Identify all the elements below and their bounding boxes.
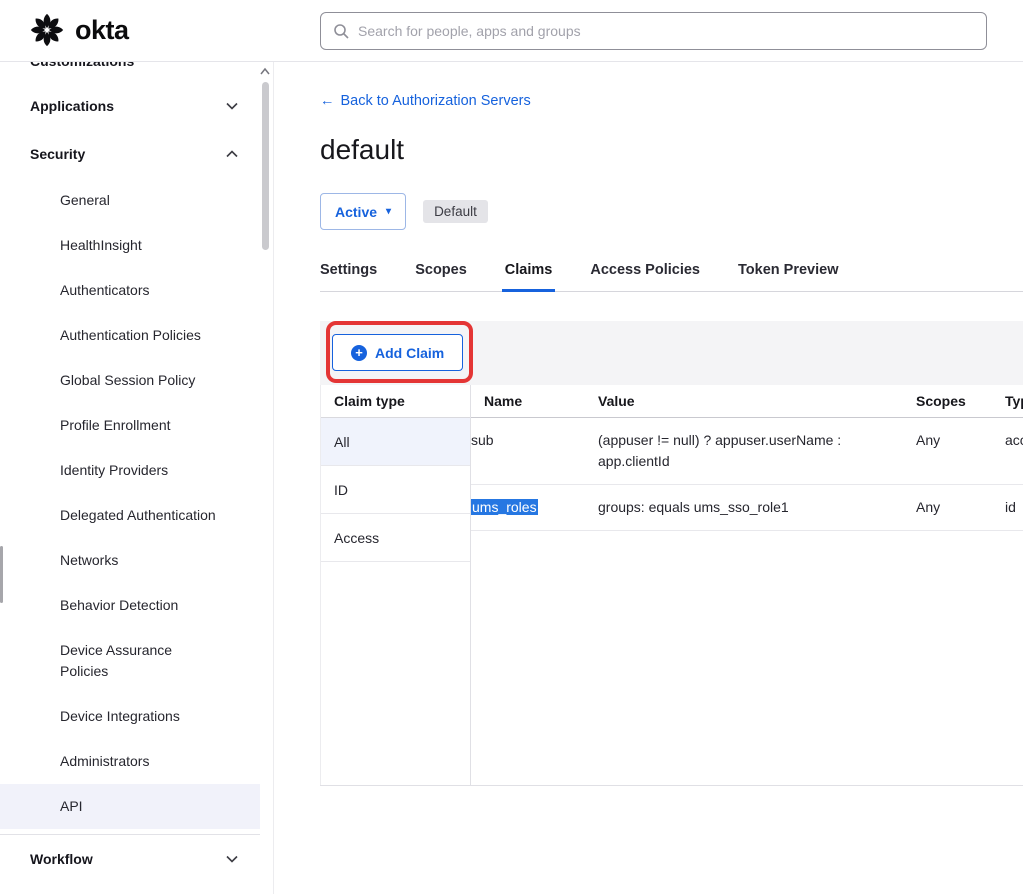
claim-value: groups: equals ums_sso_role1 — [598, 485, 916, 530]
claim-type-option-id[interactable]: ID — [321, 466, 470, 514]
chevron-down-icon — [226, 102, 238, 110]
claims-panel: Claim type All ID Access Name Value Scop… — [320, 385, 1023, 786]
brand-wordmark: okta — [75, 15, 129, 46]
sidebar-item-customizations-clipped[interactable]: Customizations — [0, 62, 273, 74]
plus-icon: + — [351, 345, 367, 361]
sidebar-item-behavior-detection[interactable]: Behavior Detection — [0, 583, 260, 628]
okta-logo-icon — [28, 11, 66, 49]
highlighted-selection: ums_roles — [471, 499, 538, 515]
column-header-name: Name — [471, 393, 598, 409]
tab-scopes[interactable]: Scopes — [415, 262, 467, 291]
claims-toolbar: + Add Claim — [320, 321, 1023, 385]
add-claim-button[interactable]: + Add Claim — [332, 334, 463, 371]
claim-type-option-all[interactable]: All — [321, 418, 470, 466]
top-bar: okta — [0, 0, 1023, 62]
back-to-authorization-servers-link[interactable]: ← Back to Authorization Servers — [320, 93, 531, 109]
back-arrow-icon: ← — [320, 93, 335, 109]
active-status-dropdown[interactable]: Active ▾ — [320, 193, 406, 230]
tab-settings[interactable]: Settings — [320, 262, 377, 291]
claim-scopes: Any — [916, 485, 1005, 530]
claim-name: sub — [471, 418, 598, 484]
claim-type-header: Claim type — [321, 385, 470, 418]
search-icon — [333, 23, 349, 39]
sidebar-item-security[interactable]: Security — [0, 130, 260, 178]
table-header-row: Name Value Scopes Type — [471, 385, 1023, 418]
sidebar-item-authentication-policies[interactable]: Authentication Policies — [0, 313, 260, 358]
claims-table: Name Value Scopes Type sub (appuser != n… — [471, 385, 1023, 785]
table-row[interactable]: ums_roles groups: equals ums_sso_role1 A… — [471, 485, 1023, 531]
tab-claims[interactable]: Claims — [505, 262, 553, 291]
column-header-scopes: Scopes — [916, 393, 1005, 409]
caret-down-icon: ▾ — [386, 206, 391, 217]
sidebar-item-delegated-authentication[interactable]: Delegated Authentication — [0, 493, 260, 538]
sidebar-item-global-session-policy[interactable]: Global Session Policy — [0, 358, 260, 403]
column-header-value: Value — [598, 393, 916, 409]
claim-type-option-access[interactable]: Access — [321, 514, 470, 562]
chevron-down-icon — [226, 855, 238, 863]
sidebar-item-healthinsight[interactable]: HealthInsight — [0, 223, 260, 268]
claim-type-filter-panel: Claim type All ID Access — [320, 385, 471, 785]
chevron-up-icon — [226, 150, 238, 158]
search-input[interactable] — [358, 23, 974, 39]
sidebar-nav: Customizations Applications Security Gen… — [0, 62, 274, 894]
column-header-type: Type — [1005, 393, 1023, 409]
sidebar-scrollbar-thumb[interactable] — [262, 82, 269, 250]
status-row: Active ▾ Default — [320, 193, 1023, 230]
sidebar-item-administrators[interactable]: Administrators — [0, 739, 260, 784]
okta-admin-console: { "colors": { "accent_blue": "#1662dd", … — [0, 0, 1023, 894]
tab-token-preview[interactable]: Token Preview — [738, 262, 838, 291]
table-row[interactable]: sub (appuser != null) ? appuser.userName… — [471, 418, 1023, 485]
sidebar-item-identity-providers[interactable]: Identity Providers — [0, 448, 260, 493]
sidebar-item-networks[interactable]: Networks — [0, 538, 260, 583]
claim-type: id — [1005, 485, 1023, 530]
sidebar-item-device-integrations[interactable]: Device Integrations — [0, 694, 260, 739]
okta-logo[interactable]: okta — [28, 11, 129, 49]
tab-access-policies[interactable]: Access Policies — [590, 262, 700, 291]
left-edge-scrollbar[interactable] — [0, 546, 3, 603]
claim-type: access — [1005, 418, 1023, 484]
sidebar-item-workflow[interactable]: Workflow — [0, 835, 260, 883]
sidebar-item-device-assurance-policies[interactable]: Device Assurance Policies — [0, 628, 260, 694]
global-search — [320, 12, 987, 50]
main-content: ← Back to Authorization Servers default … — [274, 62, 1023, 894]
scrollbar-up-arrow[interactable] — [260, 67, 270, 77]
claim-scopes: Any — [916, 418, 1005, 484]
claim-name: ums_roles — [471, 485, 598, 530]
sidebar-item-applications[interactable]: Applications — [0, 82, 260, 130]
sidebar-item-profile-enrollment[interactable]: Profile Enrollment — [0, 403, 260, 448]
sidebar-item-general[interactable]: General — [0, 178, 260, 223]
claim-value: (appuser != null) ? appuser.userName : a… — [598, 418, 916, 484]
sidebar-item-authenticators[interactable]: Authenticators — [0, 268, 260, 313]
page-title: default — [320, 134, 1023, 166]
default-badge: Default — [423, 200, 488, 223]
sidebar-item-api[interactable]: API — [0, 784, 260, 829]
tab-bar: Settings Scopes Claims Access Policies T… — [320, 262, 1023, 292]
